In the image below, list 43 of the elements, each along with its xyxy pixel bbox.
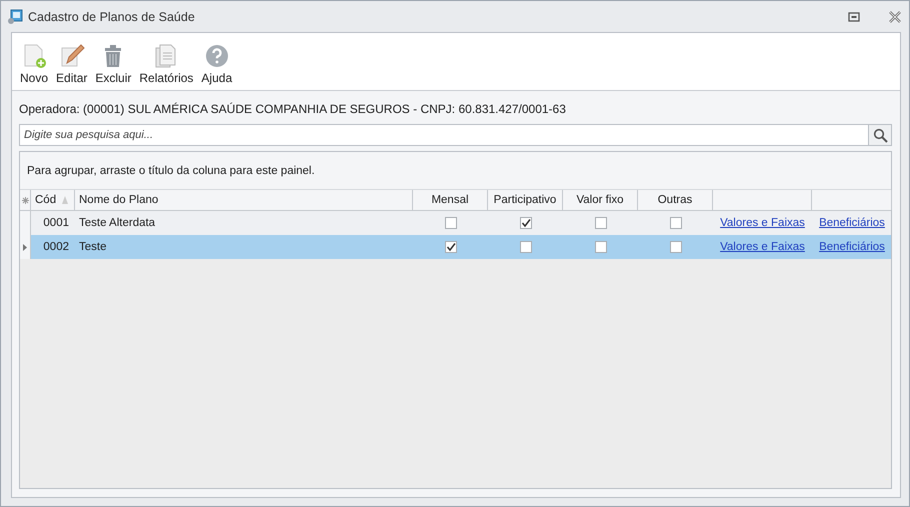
window-title: Cadastro de Planos de Saúde [28, 10, 195, 24]
current-row-icon [23, 244, 27, 250]
checkbox[interactable] [444, 241, 456, 253]
checkbox[interactable] [594, 241, 606, 253]
table-cell-text: Teste Alterdata [78, 216, 156, 231]
column-header[interactable]: Nome do Plano [75, 190, 413, 210]
checkbox[interactable] [594, 217, 606, 229]
checkbox[interactable] [520, 241, 532, 253]
column-header[interactable]: Mensal [413, 190, 488, 210]
help-icon [204, 43, 230, 69]
table-cell-text: 0001 [42, 216, 70, 231]
close-icon[interactable] [887, 8, 903, 24]
toolbar-button[interactable]: Relatórios [135, 43, 198, 85]
checkbox[interactable] [444, 217, 456, 229]
values-link[interactable]: Valores e Faixas [720, 217, 805, 229]
column-header[interactable]: Participativo [488, 190, 563, 210]
column-header[interactable]: Cód [31, 190, 75, 210]
table-row[interactable]: 0002 Teste Valores e Faixas Beneficiários [20, 235, 891, 259]
toolbar-button[interactable]: Ajuda [197, 43, 236, 85]
table-row[interactable]: 0001 Teste Alterdata Valores e Faixas Beneficiários [20, 211, 891, 235]
search-icon [872, 128, 888, 142]
beneficiaries-link[interactable]: Beneficiários [819, 241, 885, 253]
group-panel-hint: Para agrupar, arraste o título da coluna para este painel. [20, 152, 891, 190]
column-header[interactable]: Outras [638, 190, 713, 210]
asterisk-icon [22, 196, 28, 204]
pencil-edit-icon [58, 43, 85, 69]
values-link[interactable]: Valores e Faixas [720, 241, 805, 253]
beneficiaries-link[interactable]: Beneficiários [819, 217, 885, 229]
sort-arrow-icon [62, 196, 68, 204]
table-cell-text: Teste [78, 240, 108, 255]
toolbar-button[interactable]: Editar [52, 43, 92, 85]
toolbar-button[interactable]: Novo [16, 43, 52, 85]
table-cell-text: 0002 [42, 240, 70, 255]
checkbox[interactable] [520, 217, 532, 229]
row-indicator[interactable] [20, 235, 31, 259]
operator-label: Operadora: (00001) SUL AMÉRICA SAÚDE COMPANHIA DE SEGUROS - CNPJ: 60.831.427/0001-63 [19, 102, 567, 116]
toolbar-button[interactable]: Excluir [91, 43, 136, 85]
checkbox[interactable] [670, 241, 682, 253]
app-icon [7, 8, 23, 24]
search-button[interactable] [868, 124, 892, 146]
column-header[interactable]: Valor fixo [563, 190, 638, 210]
search-field[interactable]: Digite sua pesquisa aqui... [19, 124, 868, 146]
checkbox[interactable] [670, 217, 682, 229]
